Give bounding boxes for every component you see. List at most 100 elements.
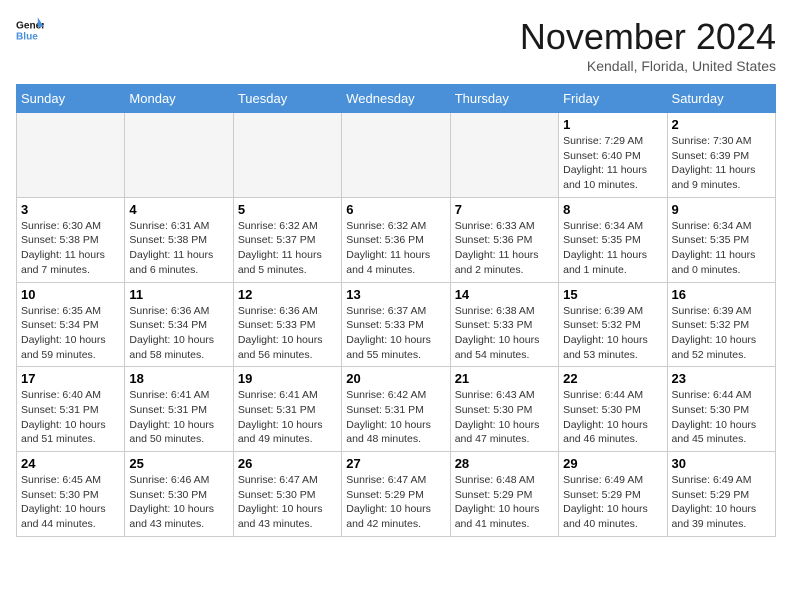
calendar-day-cell xyxy=(17,113,125,198)
day-sun-info: Sunrise: 6:43 AMSunset: 5:30 PMDaylight:… xyxy=(455,388,554,447)
day-sun-info: Sunrise: 6:39 AMSunset: 5:32 PMDaylight:… xyxy=(563,304,662,363)
day-number: 13 xyxy=(346,287,445,302)
day-sun-info: Sunrise: 6:32 AMSunset: 5:36 PMDaylight:… xyxy=(346,219,445,278)
day-sun-info: Sunrise: 6:49 AMSunset: 5:29 PMDaylight:… xyxy=(563,473,662,532)
day-number: 6 xyxy=(346,202,445,217)
day-number: 8 xyxy=(563,202,662,217)
calendar-day-cell: 28 Sunrise: 6:48 AMSunset: 5:29 PMDayligh… xyxy=(450,452,558,537)
day-number: 23 xyxy=(672,371,771,386)
day-sun-info: Sunrise: 6:34 AMSunset: 5:35 PMDaylight:… xyxy=(672,219,771,278)
page-header: General Blue November 2024 Kendall, Flor… xyxy=(16,16,776,74)
calendar-day-cell: 1Sunrise: 7:29 AMSunset: 6:40 PMDaylight… xyxy=(559,113,667,198)
day-number: 5 xyxy=(238,202,337,217)
calendar-week-row: 10 Sunrise: 6:35 AMSunset: 5:34 PMDayligh… xyxy=(17,282,776,367)
day-of-week-header: Thursday xyxy=(450,85,558,113)
day-number: 3 xyxy=(21,202,120,217)
day-of-week-header: Saturday xyxy=(667,85,775,113)
calendar-day-cell: 12Sunrise: 6:36 AMSunset: 5:33 PMDayligh… xyxy=(233,282,341,367)
calendar-day-cell: 9 Sunrise: 6:34 AMSunset: 5:35 PMDaylight… xyxy=(667,197,775,282)
day-sun-info: Sunrise: 6:37 AMSunset: 5:33 PMDaylight:… xyxy=(346,304,445,363)
calendar-day-cell: 15 Sunrise: 6:39 AMSunset: 5:32 PMDayligh… xyxy=(559,282,667,367)
day-sun-info: Sunrise: 7:30 AMSunset: 6:39 PMDaylight:… xyxy=(672,134,771,193)
day-sun-info: Sunrise: 6:40 AMSunset: 5:31 PMDaylight:… xyxy=(21,388,120,447)
day-sun-info: Sunrise: 6:46 AMSunset: 5:30 PMDaylight:… xyxy=(129,473,228,532)
calendar-day-cell xyxy=(125,113,233,198)
day-sun-info: Sunrise: 6:42 AMSunset: 5:31 PMDaylight:… xyxy=(346,388,445,447)
calendar-day-cell: 26 Sunrise: 6:47 AMSunset: 5:30 PMDayligh… xyxy=(233,452,341,537)
day-number: 29 xyxy=(563,456,662,471)
day-number: 21 xyxy=(455,371,554,386)
day-number: 17 xyxy=(21,371,120,386)
day-sun-info: Sunrise: 6:32 AMSunset: 5:37 PMDaylight:… xyxy=(238,219,337,278)
day-number: 16 xyxy=(672,287,771,302)
day-number: 28 xyxy=(455,456,554,471)
day-number: 9 xyxy=(672,202,771,217)
calendar-day-cell: 24 Sunrise: 6:45 AMSunset: 5:30 PMDayligh… xyxy=(17,452,125,537)
day-sun-info: Sunrise: 7:29 AMSunset: 6:40 PMDaylight:… xyxy=(563,134,662,193)
calendar-day-cell: 17 Sunrise: 6:40 AMSunset: 5:31 PMDayligh… xyxy=(17,367,125,452)
calendar-day-cell: 23Sunrise: 6:44 AMSunset: 5:30 PMDayligh… xyxy=(667,367,775,452)
day-sun-info: Sunrise: 6:33 AMSunset: 5:36 PMDaylight:… xyxy=(455,219,554,278)
calendar-day-cell: 20 Sunrise: 6:42 AMSunset: 5:31 PMDayligh… xyxy=(342,367,450,452)
day-number: 27 xyxy=(346,456,445,471)
calendar-day-cell: 6 Sunrise: 6:32 AMSunset: 5:36 PMDaylight… xyxy=(342,197,450,282)
calendar-week-row: 3 Sunrise: 6:30 AMSunset: 5:38 PMDaylight… xyxy=(17,197,776,282)
day-sun-info: Sunrise: 6:47 AMSunset: 5:29 PMDaylight:… xyxy=(346,473,445,532)
calendar-header-row: SundayMondayTuesdayWednesdayThursdayFrid… xyxy=(17,85,776,113)
day-number: 14 xyxy=(455,287,554,302)
day-sun-info: Sunrise: 6:36 AMSunset: 5:34 PMDaylight:… xyxy=(129,304,228,363)
calendar-day-cell: 5 Sunrise: 6:32 AMSunset: 5:37 PMDaylight… xyxy=(233,197,341,282)
day-sun-info: Sunrise: 6:48 AMSunset: 5:29 PMDaylight:… xyxy=(455,473,554,532)
month-title: November 2024 xyxy=(520,16,776,58)
day-number: 26 xyxy=(238,456,337,471)
calendar-day-cell: 13 Sunrise: 6:37 AMSunset: 5:33 PMDayligh… xyxy=(342,282,450,367)
calendar-day-cell: 16 Sunrise: 6:39 AMSunset: 5:32 PMDayligh… xyxy=(667,282,775,367)
day-number: 20 xyxy=(346,371,445,386)
calendar-day-cell: 19 Sunrise: 6:41 AMSunset: 5:31 PMDayligh… xyxy=(233,367,341,452)
day-number: 24 xyxy=(21,456,120,471)
logo: General Blue xyxy=(16,16,44,44)
day-sun-info: Sunrise: 6:41 AMSunset: 5:31 PMDaylight:… xyxy=(238,388,337,447)
day-sun-info: Sunrise: 6:49 AMSunset: 5:29 PMDaylight:… xyxy=(672,473,771,532)
day-number: 25 xyxy=(129,456,228,471)
calendar-day-cell: 10 Sunrise: 6:35 AMSunset: 5:34 PMDayligh… xyxy=(17,282,125,367)
calendar-table: SundayMondayTuesdayWednesdayThursdayFrid… xyxy=(16,84,776,537)
calendar-day-cell: 21 Sunrise: 6:43 AMSunset: 5:30 PMDayligh… xyxy=(450,367,558,452)
day-sun-info: Sunrise: 6:44 AMSunset: 5:30 PMDaylight:… xyxy=(563,388,662,447)
day-number: 18 xyxy=(129,371,228,386)
day-sun-info: Sunrise: 6:45 AMSunset: 5:30 PMDaylight:… xyxy=(21,473,120,532)
day-sun-info: Sunrise: 6:39 AMSunset: 5:32 PMDaylight:… xyxy=(672,304,771,363)
calendar-week-row: 24 Sunrise: 6:45 AMSunset: 5:30 PMDayligh… xyxy=(17,452,776,537)
day-sun-info: Sunrise: 6:38 AMSunset: 5:33 PMDaylight:… xyxy=(455,304,554,363)
day-of-week-header: Wednesday xyxy=(342,85,450,113)
day-number: 7 xyxy=(455,202,554,217)
day-of-week-header: Friday xyxy=(559,85,667,113)
location: Kendall, Florida, United States xyxy=(520,58,776,74)
calendar-day-cell: 8 Sunrise: 6:34 AMSunset: 5:35 PMDaylight… xyxy=(559,197,667,282)
day-number: 10 xyxy=(21,287,120,302)
day-number: 15 xyxy=(563,287,662,302)
calendar-day-cell xyxy=(233,113,341,198)
calendar-week-row: 17 Sunrise: 6:40 AMSunset: 5:31 PMDayligh… xyxy=(17,367,776,452)
day-number: 12 xyxy=(238,287,337,302)
title-area: November 2024 Kendall, Florida, United S… xyxy=(520,16,776,74)
day-number: 19 xyxy=(238,371,337,386)
day-number: 22 xyxy=(563,371,662,386)
day-sun-info: Sunrise: 6:35 AMSunset: 5:34 PMDaylight:… xyxy=(21,304,120,363)
calendar-day-cell: 22 Sunrise: 6:44 AMSunset: 5:30 PMDayligh… xyxy=(559,367,667,452)
svg-text:Blue: Blue xyxy=(16,31,38,42)
day-sun-info: Sunrise: 6:31 AMSunset: 5:38 PMDaylight:… xyxy=(129,219,228,278)
day-sun-info: Sunrise: 6:47 AMSunset: 5:30 PMDaylight:… xyxy=(238,473,337,532)
logo-icon: General Blue xyxy=(16,16,44,44)
calendar-week-row: 1Sunrise: 7:29 AMSunset: 6:40 PMDaylight… xyxy=(17,113,776,198)
day-sun-info: Sunrise: 6:34 AMSunset: 5:35 PMDaylight:… xyxy=(563,219,662,278)
calendar-day-cell: 14 Sunrise: 6:38 AMSunset: 5:33 PMDayligh… xyxy=(450,282,558,367)
day-of-week-header: Monday xyxy=(125,85,233,113)
calendar-day-cell: 3 Sunrise: 6:30 AMSunset: 5:38 PMDaylight… xyxy=(17,197,125,282)
calendar-day-cell: 4Sunrise: 6:31 AMSunset: 5:38 PMDaylight… xyxy=(125,197,233,282)
day-sun-info: Sunrise: 6:30 AMSunset: 5:38 PMDaylight:… xyxy=(21,219,120,278)
calendar-day-cell xyxy=(342,113,450,198)
calendar-day-cell xyxy=(450,113,558,198)
calendar-day-cell: 11Sunrise: 6:36 AMSunset: 5:34 PMDayligh… xyxy=(125,282,233,367)
calendar-day-cell: 25 Sunrise: 6:46 AMSunset: 5:30 PMDayligh… xyxy=(125,452,233,537)
